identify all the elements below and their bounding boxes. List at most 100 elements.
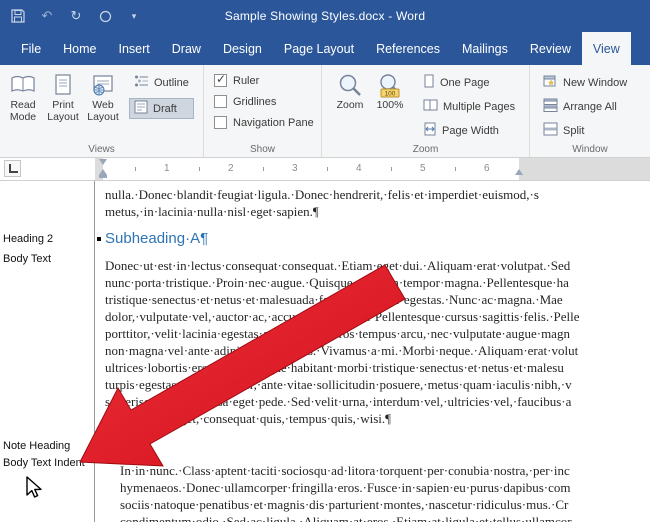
split-label: Split — [563, 125, 584, 137]
title-bar: ↶ ↻ ▾ Sample Showing Styles.docx - Word — [0, 0, 650, 32]
read-mode-icon — [10, 70, 36, 100]
style-label-body-text-indent: Body Text Indent — [3, 457, 85, 469]
zoom-label: Zoom — [337, 100, 364, 112]
first-line-indent-marker[interactable] — [99, 159, 107, 165]
doc-line[interactable]: consectetuer·eget,·consequat·quis,·tempu… — [105, 410, 391, 427]
multiple-pages-button[interactable]: Multiple Pages — [418, 96, 520, 117]
tab-insert[interactable]: Insert — [108, 32, 161, 65]
one-page-button[interactable]: One Page — [418, 72, 520, 93]
split-icon — [543, 122, 558, 139]
tab-view[interactable]: View — [582, 32, 631, 65]
doc-line[interactable]: In·in·nunc.·Class·aptent·taciti·sociosqu… — [120, 462, 570, 479]
web-layout-label-1: Web — [92, 100, 113, 112]
print-layout-icon — [53, 70, 73, 100]
arrange-all-icon — [543, 98, 558, 115]
outline-button[interactable]: Outline — [129, 72, 194, 93]
ribbon-tab-bar: File Home Insert Draw Design Page Layout… — [0, 32, 650, 65]
new-window-icon — [543, 74, 558, 91]
web-layout-label-2: Layout — [87, 112, 119, 124]
doc-line[interactable]: tristique·senectus·et·netus·et·malesuada… — [105, 291, 563, 308]
print-layout-label-1: Print — [52, 100, 74, 112]
right-indent-marker[interactable] — [515, 169, 523, 175]
doc-line-note-heading[interactable]: =¶ — [105, 439, 118, 456]
doc-line[interactable]: turpis·egestas.·Proin·semper,·ante·vitae… — [105, 376, 572, 393]
horizontal-ruler[interactable]: 1 2 3 4 5 6 — [95, 158, 650, 180]
tab-design[interactable]: Design — [212, 32, 273, 65]
new-window-label: New Window — [563, 77, 627, 89]
ruler-tick — [455, 167, 456, 171]
arrange-all-label: Arrange All — [563, 101, 617, 113]
ruler-tick — [135, 167, 136, 171]
navigation-pane-checkbox-box — [214, 116, 227, 129]
left-indent-marker[interactable] — [99, 175, 107, 178]
multiple-pages-icon — [423, 98, 438, 115]
tab-file[interactable]: File — [10, 32, 52, 65]
doc-line[interactable]: dolor,·vulputate·vel,·auctor·ac,·accumsa… — [105, 308, 580, 325]
ruler-tick — [199, 167, 200, 171]
ruler-number: 4 — [356, 163, 362, 174]
tab-mailings[interactable]: Mailings — [451, 32, 519, 65]
new-window-button[interactable]: New Window — [538, 72, 650, 93]
zoom-100-button[interactable]: 100 100% — [370, 65, 410, 141]
doc-line[interactable]: metus,·in·lacinia·nulla·nisl·eget·sapien… — [105, 203, 319, 220]
print-layout-button[interactable]: Print Layout — [43, 65, 83, 123]
svg-text:100: 100 — [385, 90, 396, 97]
ruler-number: 3 — [292, 163, 298, 174]
web-layout-button[interactable]: Web Layout — [83, 65, 123, 123]
tab-references[interactable]: References — [365, 32, 451, 65]
style-label-note-heading: Note Heading — [3, 440, 70, 452]
split-button[interactable]: Split — [538, 120, 650, 141]
zoom-icon — [337, 70, 363, 100]
doc-line[interactable]: non·magna·vel·ante·adipiscing·rhoncus.·V… — [105, 342, 578, 359]
tab-selector[interactable] — [4, 160, 21, 177]
doc-line[interactable]: nunc·porta·tristique.·Proin·nec·augue.·Q… — [105, 274, 569, 291]
doc-line[interactable]: ultrices·lobortis·eros.·Pellentesque·hab… — [105, 359, 564, 376]
one-page-icon — [423, 74, 435, 91]
arrange-all-button[interactable]: Arrange All — [538, 96, 650, 117]
gridlines-checkbox-label: Gridlines — [233, 96, 276, 108]
ruler-tick — [391, 167, 392, 171]
doc-line[interactable]: nulla.·Donec·blandit·feugiat·ligula.·Don… — [105, 186, 539, 203]
zoom-button[interactable]: Zoom — [330, 65, 370, 141]
read-mode-label-2: Mode — [10, 112, 36, 124]
style-label-heading2: Heading 2 — [3, 233, 53, 245]
ribbon-group-show: ✓ Ruler Gridlines Navigation Pane Show — [204, 65, 322, 157]
zoom-100-icon: 100 — [376, 70, 404, 100]
gridlines-checkbox[interactable]: Gridlines — [214, 93, 321, 110]
style-area-pane[interactable]: Heading 2 Body Text Note Heading Body Te… — [0, 181, 95, 522]
print-layout-label-2: Layout — [47, 112, 79, 124]
multiple-pages-label: Multiple Pages — [443, 101, 515, 113]
ruler-number: 6 — [484, 163, 490, 174]
ruler-checkbox-label: Ruler — [233, 75, 259, 87]
outline-label: Outline — [154, 77, 189, 89]
draft-label: Draft — [153, 103, 177, 115]
page-width-button[interactable]: Page Width — [418, 120, 520, 141]
draft-button[interactable]: Draft — [129, 98, 194, 119]
tab-home[interactable]: Home — [52, 32, 107, 65]
doc-line[interactable]: scelerisque·nunc·massa·eget·pede.·Sed·ve… — [105, 393, 571, 410]
ruler-checkbox[interactable]: ✓ Ruler — [214, 72, 321, 89]
doc-line[interactable]: sociis·natoque·penatibus·et·magnis·dis·p… — [120, 496, 568, 513]
tab-page-layout[interactable]: Page Layout — [273, 32, 365, 65]
ruler-checkbox-box: ✓ — [214, 74, 227, 87]
tab-review[interactable]: Review — [519, 32, 582, 65]
doc-line[interactable]: porttitor,·velit·lacinia·egestas·auctor,… — [105, 325, 570, 342]
gridlines-checkbox-box — [214, 95, 227, 108]
doc-line[interactable]: Donec·ut·est·in·lectus·consequat·consequ… — [105, 257, 570, 274]
ribbon-group-window: New Window Arrange All Split Window — [530, 65, 650, 157]
read-mode-button[interactable]: Read Mode — [3, 65, 43, 123]
zoom-100-label: 100% — [377, 100, 404, 112]
ruler-number: 5 — [420, 163, 426, 174]
document-area[interactable]: Heading 2 Body Text Note Heading Body Te… — [0, 181, 650, 522]
draft-icon — [134, 100, 148, 117]
tab-draw[interactable]: Draw — [161, 32, 212, 65]
doc-line[interactable]: hymenaeos.·Donec·ullamcorper·fringilla·e… — [120, 479, 571, 496]
doc-heading-subheading-a[interactable]: Subheading·A¶ — [105, 229, 208, 249]
doc-line[interactable]: condimentum·odio.·Sed·ac·ligula.·Aliquam… — [120, 513, 572, 522]
window-group-label: Window — [530, 144, 650, 155]
navigation-pane-checkbox[interactable]: Navigation Pane — [214, 114, 321, 131]
show-group-label: Show — [204, 144, 321, 155]
ruler-tick — [327, 167, 328, 171]
paragraph-property-square-icon — [97, 237, 101, 241]
page-width-icon — [423, 122, 437, 139]
